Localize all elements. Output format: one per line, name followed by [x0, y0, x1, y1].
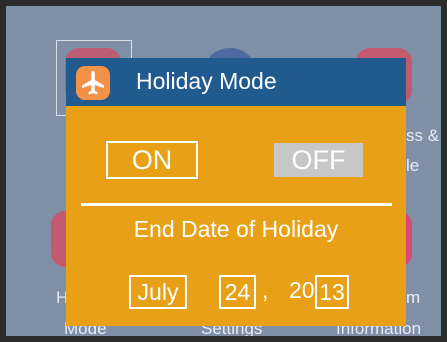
device-frame: H Mode Settings ss & le m Information Ho… — [0, 0, 447, 342]
end-date-label: End Date of Holiday — [133, 216, 339, 242]
bg-label-access-2: le — [406, 156, 420, 175]
airplane-icon — [76, 66, 110, 100]
bg-label-access: ss & — [406, 126, 440, 145]
dialog-header: Holiday Mode — [66, 58, 406, 106]
holiday-mode-dialog: Holiday Mode ON OFF End Date of Holiday … — [66, 58, 406, 326]
divider — [81, 203, 392, 206]
month-field[interactable]: July — [129, 275, 187, 309]
date-separator: , — [262, 277, 269, 303]
bg-label-information-top: m — [406, 288, 421, 307]
on-button[interactable]: ON — [106, 141, 198, 179]
dialog-title: Holiday Mode — [136, 68, 277, 94]
year-field[interactable]: 13 — [315, 275, 349, 309]
screen: H Mode Settings ss & le m Information Ho… — [6, 6, 441, 336]
year-prefix: 20 — [289, 277, 315, 303]
day-field[interactable]: 24 — [219, 275, 256, 309]
off-button[interactable]: OFF — [274, 143, 363, 177]
